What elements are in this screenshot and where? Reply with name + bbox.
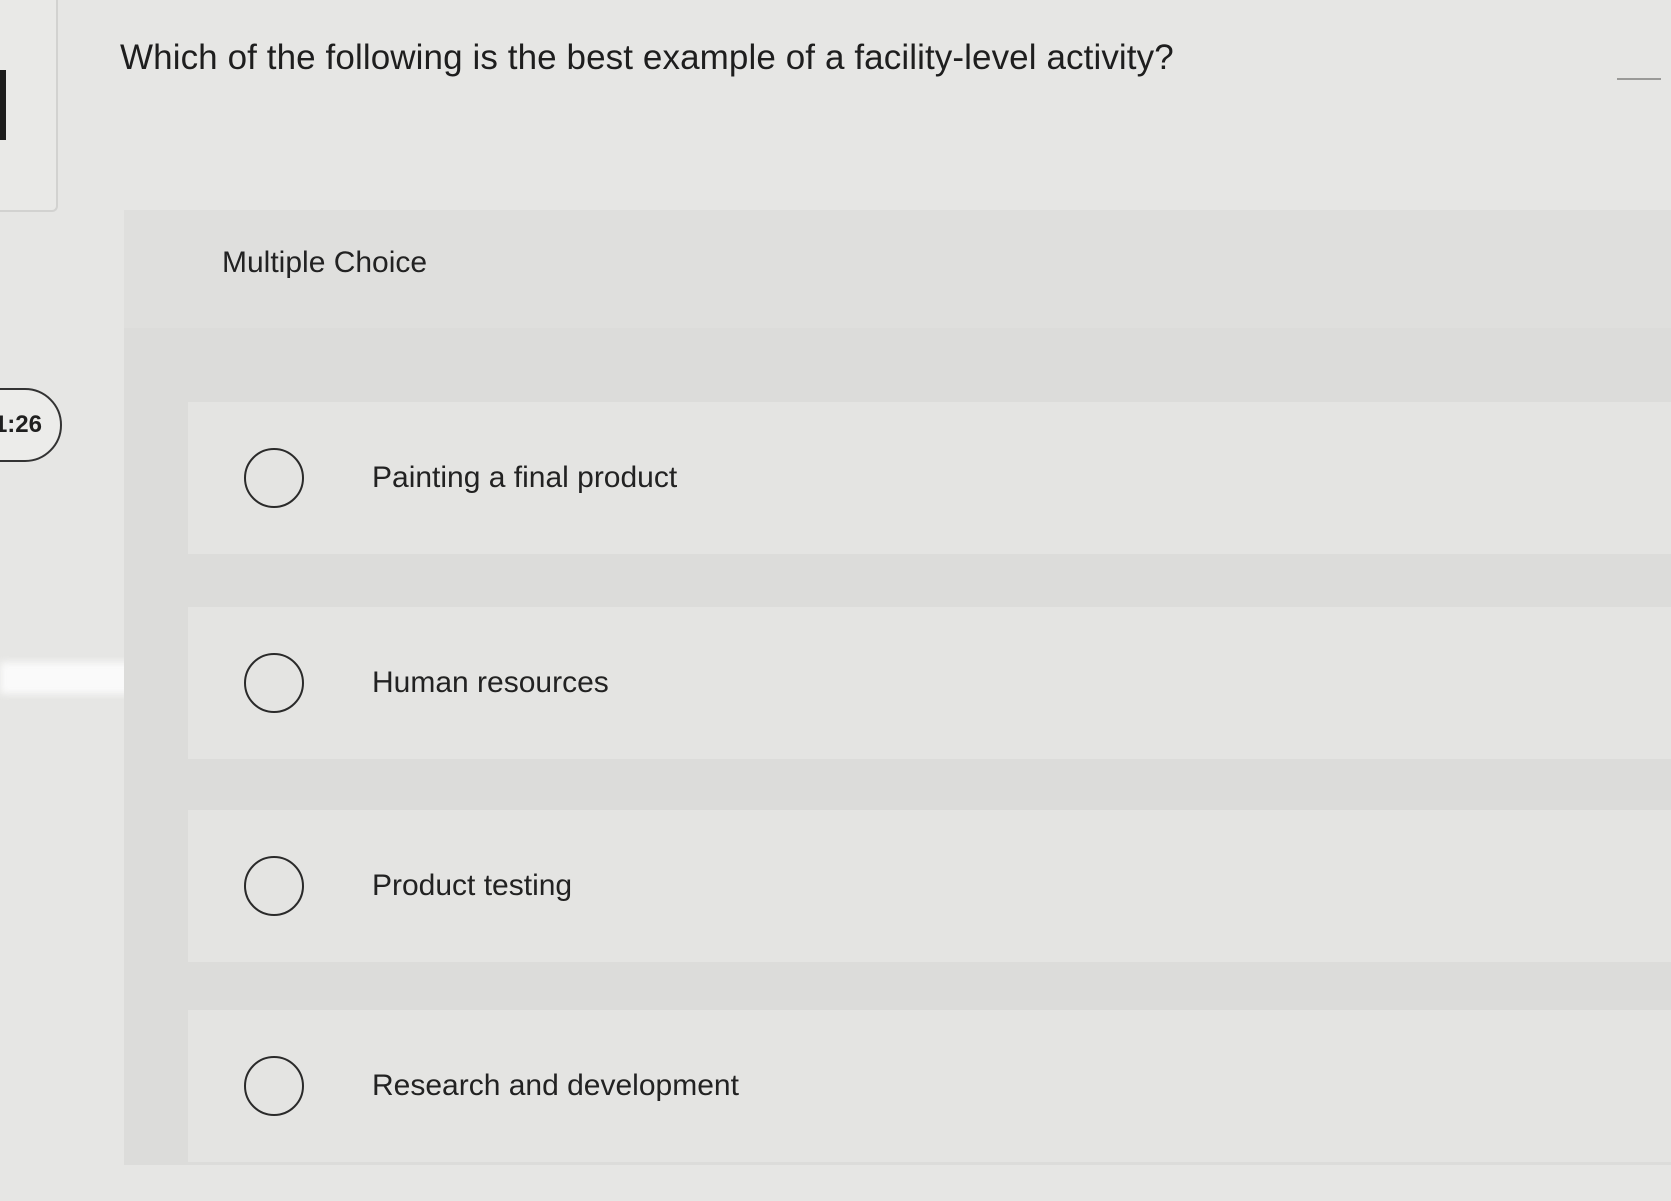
answer-option-3[interactable]: Product testing bbox=[188, 810, 1671, 962]
answer-option-label: Research and development bbox=[372, 1069, 739, 1102]
answer-option-label: Product testing bbox=[372, 869, 573, 902]
radio-button[interactable] bbox=[244, 1056, 304, 1116]
radio-button[interactable] bbox=[244, 856, 304, 916]
panel-label: Multiple Choice bbox=[222, 246, 428, 279]
answer-option-1[interactable]: Painting a final product bbox=[188, 402, 1671, 554]
answer-option-4[interactable]: Research and development bbox=[188, 1010, 1671, 1162]
answer-option-label: Human resources bbox=[372, 666, 609, 699]
left-navigation-rail bbox=[0, 0, 58, 212]
rail-edge-marker bbox=[0, 70, 12, 140]
answer-option-label: Painting a final product bbox=[372, 461, 678, 494]
top-right-divider bbox=[1617, 78, 1661, 80]
timer-text: 1:26 bbox=[0, 411, 42, 438]
radio-button[interactable] bbox=[244, 448, 304, 508]
multiple-choice-panel: Multiple Choice Painting a final product… bbox=[124, 210, 1671, 1165]
panel-header: Multiple Choice bbox=[124, 210, 1671, 328]
radio-button[interactable] bbox=[244, 653, 304, 713]
answer-option-2[interactable]: Human resources bbox=[188, 607, 1671, 759]
question-prompt: Which of the following is the best examp… bbox=[120, 38, 1174, 77]
timer-badge: 1:26 bbox=[0, 388, 62, 462]
